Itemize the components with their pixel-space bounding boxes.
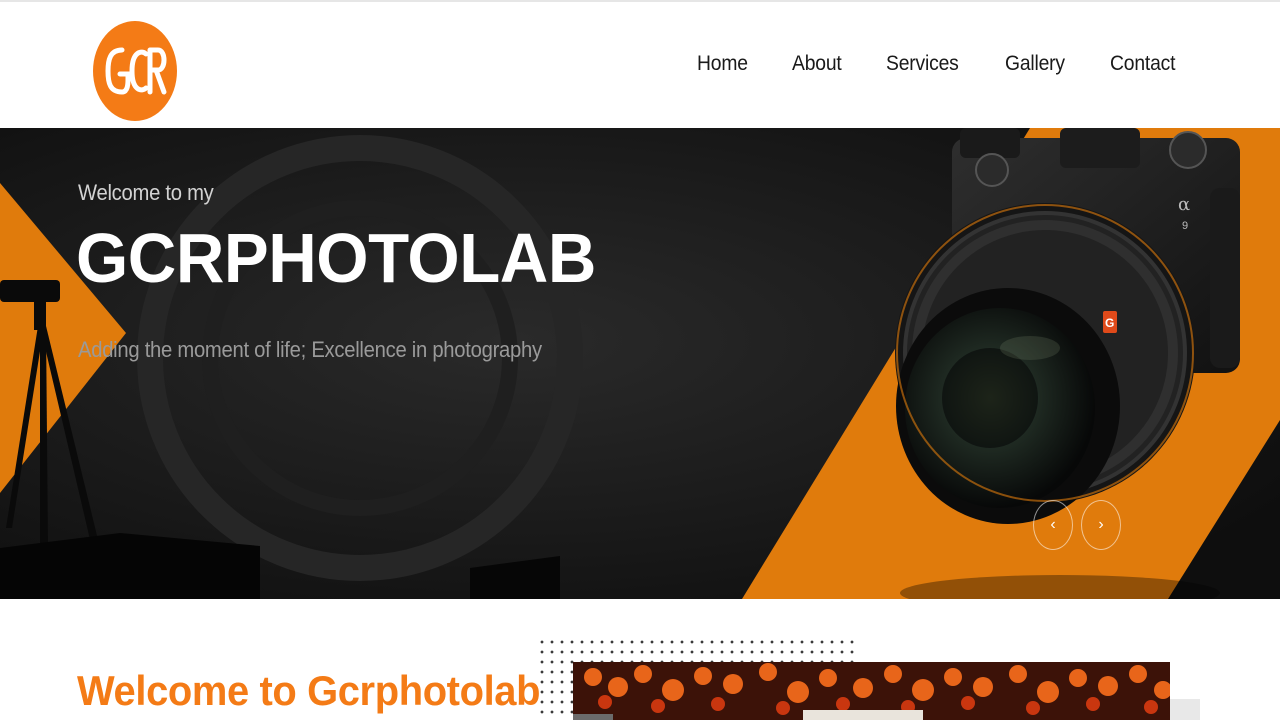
slider-next-button[interactable]: › [1081,500,1121,550]
chevron-right-icon: › [1098,516,1104,533]
main-nav: Home About Services Gallery Contact [657,52,1181,76]
hero-welcome-text: Welcome to my [78,180,214,205]
site-header: Home About Services Gallery Contact [0,0,1280,128]
gcr-logo[interactable] [92,20,178,122]
nav-services[interactable]: Services [886,52,959,76]
nav-home[interactable]: Home [697,52,748,76]
nav-gallery[interactable]: Gallery [1005,52,1065,76]
slider-prev-button[interactable]: ‹ [1033,500,1073,550]
hero-slider: α 9 G Welcome to my GCRPHOTOLAB Adding t… [0,128,1280,599]
lens-badge: G [1105,316,1114,330]
about-title: Welcome to Gcrphotolab [77,667,541,714]
nav-contact[interactable]: Contact [1110,52,1175,76]
hero-title: GCRPHOTOLAB [76,219,596,297]
nav-about[interactable]: About [792,52,842,76]
chevron-left-icon: ‹ [1050,516,1056,533]
about-section: Welcome to Gcrphotolab [0,599,1280,720]
hero-subtitle: Adding the moment of life; Excellence in… [78,337,542,362]
camera-badge-alpha: α [1178,194,1190,215]
camera-badge-model: 9 [1182,220,1188,232]
side-scroll-tab [1170,699,1200,720]
about-photo [573,662,1170,720]
